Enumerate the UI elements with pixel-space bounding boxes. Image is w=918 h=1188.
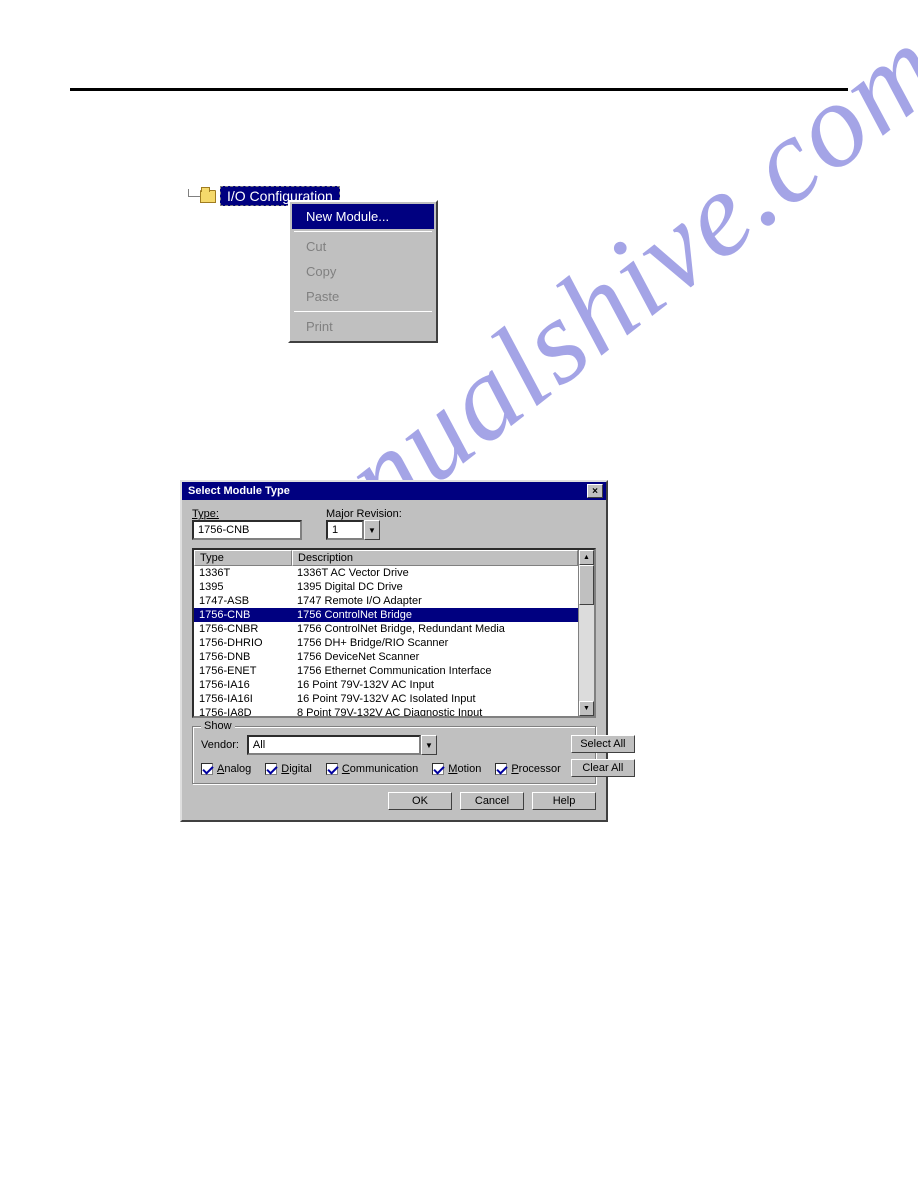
- checkbox-communication[interactable]: Communication: [326, 763, 418, 775]
- type-input[interactable]: 1756-CNB: [192, 520, 302, 540]
- menu-separator: [294, 231, 432, 232]
- checkbox-icon: [432, 763, 444, 775]
- clear-all-button[interactable]: Clear All: [571, 759, 635, 777]
- checkbox-icon: [201, 763, 213, 775]
- select-all-button[interactable]: Select All: [571, 735, 635, 753]
- groupbox-show: Show Vendor: All ▼ Analog Digital Commun…: [192, 726, 596, 784]
- scroll-thumb[interactable]: [579, 565, 594, 605]
- checkbox-icon: [265, 763, 277, 775]
- dialog-select-module-type: Select Module Type × Type: 1756-CNB Majo…: [180, 480, 608, 822]
- checkbox-digital[interactable]: Digital: [265, 763, 312, 775]
- list-item[interactable]: 1756-ENET1756 Ethernet Communication Int…: [194, 664, 578, 678]
- checkbox-icon: [326, 763, 338, 775]
- list-item[interactable]: 1756-IA1616 Point 79V-132V AC Input: [194, 678, 578, 692]
- checkbox-icon: [495, 763, 507, 775]
- tree-connector: [180, 189, 200, 203]
- label-major-revision: Major Revision:: [326, 508, 402, 520]
- col-header-description[interactable]: Description: [292, 550, 578, 566]
- list-item-selected[interactable]: 1756-CNB1756 ControlNet Bridge: [194, 608, 578, 622]
- checkbox-motion[interactable]: Motion: [432, 763, 481, 775]
- menu-copy: Copy: [292, 259, 434, 284]
- context-menu: New Module... Cut Copy Paste Print: [288, 200, 438, 343]
- dialog-titlebar[interactable]: Select Module Type ×: [182, 482, 606, 500]
- ok-button[interactable]: OK: [388, 792, 452, 810]
- list-item[interactable]: 1756-DNB1756 DeviceNet Scanner: [194, 650, 578, 664]
- checkbox-analog[interactable]: Analog: [201, 763, 251, 775]
- chevron-down-icon[interactable]: ▼: [364, 520, 380, 540]
- dialog-button-row: OK Cancel Help: [192, 792, 596, 810]
- major-revision-value: 1: [326, 520, 364, 540]
- menu-new-module[interactable]: New Module...: [292, 204, 434, 229]
- close-icon[interactable]: ×: [587, 484, 603, 498]
- list-item[interactable]: 1756-CNBR1756 ControlNet Bridge, Redunda…: [194, 622, 578, 636]
- list-item[interactable]: 1336T1336T AC Vector Drive: [194, 566, 578, 580]
- list-header: Type Description: [194, 550, 578, 566]
- chevron-down-icon[interactable]: ▼: [421, 735, 437, 755]
- menu-paste: Paste: [292, 284, 434, 309]
- label-type: Type:: [192, 508, 302, 520]
- scroll-up-icon[interactable]: ▲: [579, 550, 594, 565]
- module-listbox[interactable]: Type Description 1336T1336T AC Vector Dr…: [192, 548, 596, 718]
- groupbox-title: Show: [201, 720, 235, 732]
- col-header-type[interactable]: Type: [194, 550, 292, 566]
- page-rule: [70, 88, 848, 91]
- menu-print: Print: [292, 314, 434, 339]
- list-item[interactable]: 13951395 Digital DC Drive: [194, 580, 578, 594]
- tree-context-area: I/O Configuration New Module... Cut Copy…: [180, 186, 340, 206]
- menu-cut: Cut: [292, 234, 434, 259]
- folder-icon: [200, 190, 216, 203]
- list-item[interactable]: 1747-ASB1747 Remote I/O Adapter: [194, 594, 578, 608]
- vendor-select[interactable]: All ▼: [247, 735, 437, 755]
- scroll-down-icon[interactable]: ▼: [579, 701, 594, 716]
- cancel-button[interactable]: Cancel: [460, 792, 524, 810]
- menu-separator: [294, 311, 432, 312]
- help-button[interactable]: Help: [532, 792, 596, 810]
- label-vendor: Vendor:: [201, 739, 239, 751]
- list-item[interactable]: 1756-IA8D8 Point 79V-132V AC Diagnostic …: [194, 706, 578, 718]
- list-item[interactable]: 1756-IA16I16 Point 79V-132V AC Isolated …: [194, 692, 578, 706]
- major-revision-select[interactable]: 1 ▼: [326, 520, 380, 540]
- scrollbar[interactable]: ▲ ▼: [578, 550, 594, 716]
- dialog-title: Select Module Type: [188, 485, 290, 497]
- checkbox-processor[interactable]: Processor: [495, 763, 561, 775]
- list-item[interactable]: 1756-DHRIO1756 DH+ Bridge/RIO Scanner: [194, 636, 578, 650]
- vendor-value: All: [247, 735, 421, 755]
